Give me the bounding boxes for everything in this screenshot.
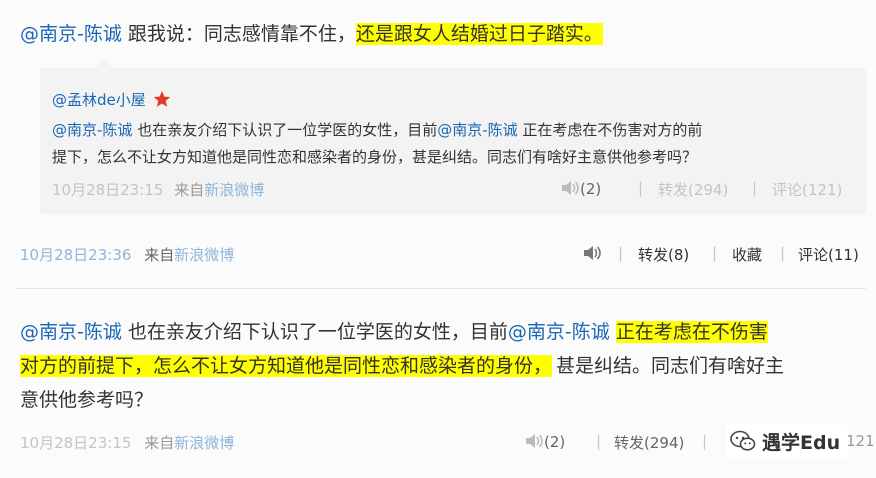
star-icon [153,90,171,113]
top-post-comment-link[interactable]: 评论(11) [798,244,859,265]
top-post-source-link[interactable]: 新浪微博 [174,246,234,264]
quoted-line1-mention-link[interactable]: @南京-陈诚 [437,121,517,139]
watermark-text: 遇学Edu [762,431,841,454]
top-post-highlight: 还是跟女人结婚过日子踏实。 [355,23,603,45]
top-post-text-before: 跟我说：同志感情靠不住， [121,23,356,45]
quoted-line1-end: 正在考虑在不伤害对方的前 [517,121,703,139]
second-post-source-link[interactable]: 新浪微博 [174,434,234,452]
second-post-line2: 对方的前提下，怎么不让女方知道他是同性恋和感染者的身份， 甚是纠结。同志们有啥好主 [20,352,784,380]
divider: | [638,179,644,197]
speaker-icon [582,244,602,262]
second-post-source-prefix: 来自 [144,434,175,452]
second-post-voice-count: (2) [544,433,566,451]
divider: | [702,432,708,450]
second-post-timestamp-link[interactable]: 10月28日23:15 [20,434,131,452]
second-post-highlight-1: 正在考虑在不伤害 [615,321,768,343]
speaker-icon [524,432,544,450]
second-post-meta-left: 10月28日23:15 来自新浪微博 [20,432,234,453]
second-post-comment-partial: 121) [846,432,876,450]
second-post-repost-link[interactable]: 转发(294) [614,432,684,453]
quoted-voice-count: (2) [580,180,602,198]
quoted-author-link[interactable]: @孟林de小屋 [52,91,146,109]
quoted-text-line1: @南京-陈诚 也在亲友介绍下认识了一位学医的女性，目前@南京-陈诚 正在考虑在不… [52,118,702,143]
quoted-text-line2: 提下，怎么不让女方知道他是同性恋和感染者的身份，甚是纠结。同志们有啥好主意供他参… [52,148,698,166]
quote-box-notch [95,59,113,68]
quoted-repost-link[interactable]: 转发(294) [658,179,728,200]
top-post-favorite-link[interactable]: 收藏 [732,244,762,265]
quoted-meta-left: 10月28日23:15 来自新浪微博 [52,179,264,200]
second-post-voice-button[interactable]: (2) [524,432,565,451]
quoted-voice-button[interactable]: (2) [560,179,601,198]
second-post-line1-text: 也在亲友介绍下认识了一位学医的女性，目前 [121,321,508,343]
second-post-line3: 意供他参考吗？ [20,389,154,411]
top-post-action-bar: | 转发(8) | 收藏 | 评论(11) [582,244,876,266]
top-post-meta-left: 10月28日23:36 来自新浪微博 [20,244,234,265]
quoted-timestamp-link[interactable]: 10月28日23:15 [52,181,163,199]
top-post-timestamp-link[interactable]: 10月28日23:36 [20,246,131,264]
second-post-highlight-2: 对方的前提下，怎么不让女方知道他是同性恋和感染者的身份， [20,355,553,377]
second-post-line1: @南京-陈诚 也在亲友介绍下认识了一位学医的女性，目前@南京-陈诚 正在考虑在不… [20,318,768,346]
watermark: 遇学Edu [726,424,849,458]
divider: | [780,244,786,262]
divider: | [712,244,718,262]
wechat-icon [730,430,756,452]
divider: | [752,179,758,197]
quoted-source-link[interactable]: 新浪微博 [204,181,264,199]
top-post-source-prefix: 来自 [144,246,175,264]
quoted-line1-author-link[interactable]: @南京-陈诚 [52,121,132,139]
second-post-line2-end: 甚是纠结。同志们有啥好主 [556,355,785,377]
second-post-mention-link[interactable]: @南京-陈诚 [508,321,610,343]
quoted-comment-link[interactable]: 评论(121) [772,179,842,200]
quoted-source-prefix: 来自 [174,181,205,199]
quoted-post-box: @孟林de小屋 @南京-陈诚 也在亲友介绍下认识了一位学医的女性，目前@南京-陈… [40,59,866,214]
quoted-author-row: @孟林de小屋 [52,90,171,113]
top-post-text: @南京-陈诚 跟我说：同志感情靠不住，还是跟女人结婚过日子踏实。 [20,20,603,48]
quoted-line1-text: 也在亲友介绍下认识了一位学医的女性，目前 [132,121,438,139]
second-post-author-link[interactable]: @南京-陈诚 [20,321,122,343]
divider: | [618,244,624,262]
top-post-author-link[interactable]: @南京-陈诚 [20,23,122,45]
top-post-voice-button[interactable] [582,244,602,263]
speaker-icon [560,179,580,197]
post-divider [16,288,866,289]
top-post-repost-link[interactable]: 转发(8) [638,244,689,265]
divider: | [596,432,602,450]
quoted-action-bar: (2) | 转发(294) | 评论(121) [560,179,860,201]
